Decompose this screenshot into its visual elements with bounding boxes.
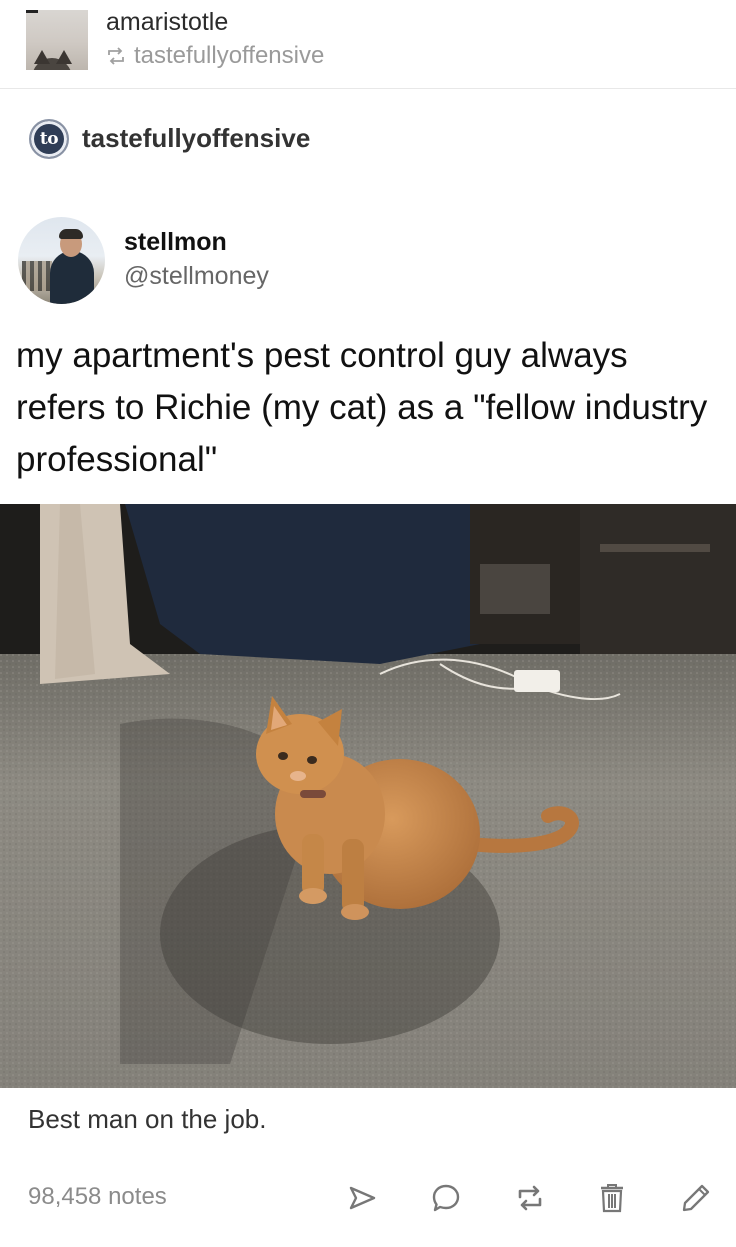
tweet-display-name: stellmon bbox=[124, 228, 227, 256]
cat-photo[interactable] bbox=[0, 504, 736, 1088]
reblog-small-icon bbox=[108, 47, 124, 65]
delete-icon[interactable] bbox=[594, 1180, 630, 1216]
tweet-handle: @stellmoney bbox=[124, 262, 269, 290]
reblog-icon[interactable] bbox=[512, 1180, 548, 1216]
post-actions bbox=[0, 1180, 736, 1216]
reblogger-avatar[interactable] bbox=[26, 10, 88, 70]
source-avatar-text: to bbox=[39, 129, 59, 149]
reblogger-name[interactable]: amaristotle bbox=[106, 8, 228, 37]
reblog-source-name: tastefullyoffensive bbox=[134, 42, 325, 69]
reblog-source[interactable]: tastefullyoffensive bbox=[106, 42, 324, 70]
share-icon[interactable] bbox=[344, 1180, 380, 1216]
post-caption: Best man on the job. bbox=[28, 1104, 267, 1134]
tweet-text: my apartment's pest control guy always r… bbox=[16, 336, 708, 479]
edit-icon[interactable] bbox=[678, 1180, 714, 1216]
source-avatar[interactable]: to bbox=[29, 119, 69, 159]
reblog-header: amaristotle tastefullyoffensive bbox=[0, 0, 736, 89]
cat-photo-illustration bbox=[0, 504, 736, 1088]
source-blog-name[interactable]: tastefullyoffensive bbox=[82, 123, 310, 154]
source-blog: to tastefullyoffensive bbox=[0, 90, 736, 186]
tweet-author-avatar[interactable] bbox=[18, 217, 105, 304]
reply-icon[interactable] bbox=[428, 1180, 464, 1216]
